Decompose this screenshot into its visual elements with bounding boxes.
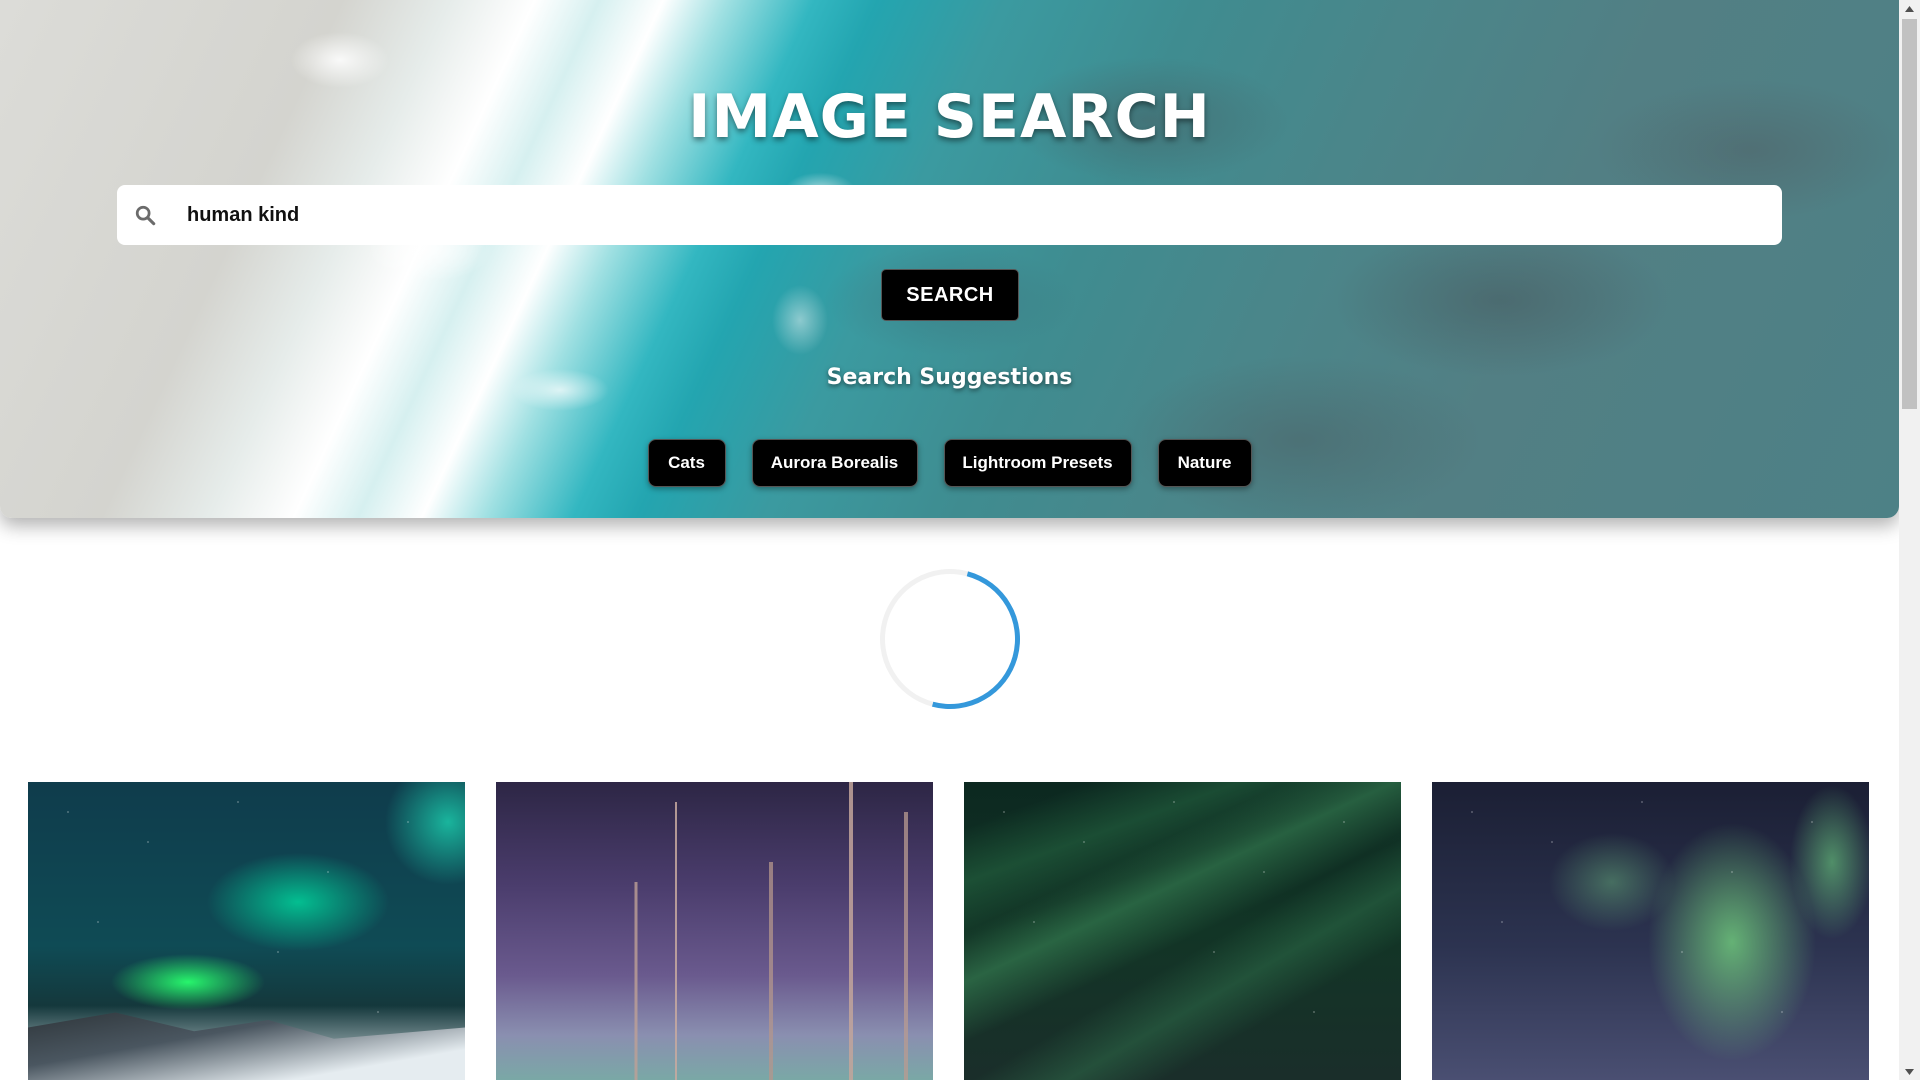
hero-banner: IMAGE SEARCH SEARCH Search Suggestions C… — [0, 0, 1899, 518]
suggestion-chips: Cats Aurora Borealis Lightroom Presets N… — [0, 439, 1899, 487]
page: IMAGE SEARCH SEARCH Search Suggestions C… — [0, 0, 1920, 1080]
result-image-aurora-swirl[interactable] — [1432, 782, 1869, 1080]
search-input[interactable] — [187, 185, 1782, 245]
suggestion-chip-lightroom-presets[interactable]: Lightroom Presets — [943, 439, 1132, 487]
scrollbar-thumb[interactable] — [1902, 19, 1917, 409]
suggestion-chip-nature[interactable]: Nature — [1157, 439, 1252, 487]
result-image-stars — [1432, 782, 1869, 1080]
page-title: IMAGE SEARCH — [688, 82, 1211, 152]
search-suggestions-heading: Search Suggestions — [826, 365, 1073, 390]
suggestion-chip-cats[interactable]: Cats — [647, 439, 726, 487]
search-icon — [132, 202, 158, 228]
result-image-trees — [496, 782, 933, 1080]
result-image-green-sky[interactable] — [964, 782, 1401, 1080]
result-image-stars — [964, 782, 1401, 1080]
scroll-down-arrow-icon[interactable] — [1899, 1063, 1920, 1080]
result-image-aurora-mountains[interactable] — [28, 782, 465, 1080]
suggestion-chip-aurora-borealis[interactable]: Aurora Borealis — [751, 439, 918, 487]
result-image-frosted-trees[interactable] — [496, 782, 933, 1080]
loading-spinner — [854, 543, 1046, 735]
scroll-up-arrow-icon[interactable] — [1899, 0, 1920, 17]
search-bar[interactable] — [117, 185, 1782, 245]
search-button[interactable]: SEARCH — [881, 269, 1019, 321]
results-grid — [28, 782, 1872, 1080]
vertical-scrollbar[interactable] — [1899, 0, 1920, 1080]
